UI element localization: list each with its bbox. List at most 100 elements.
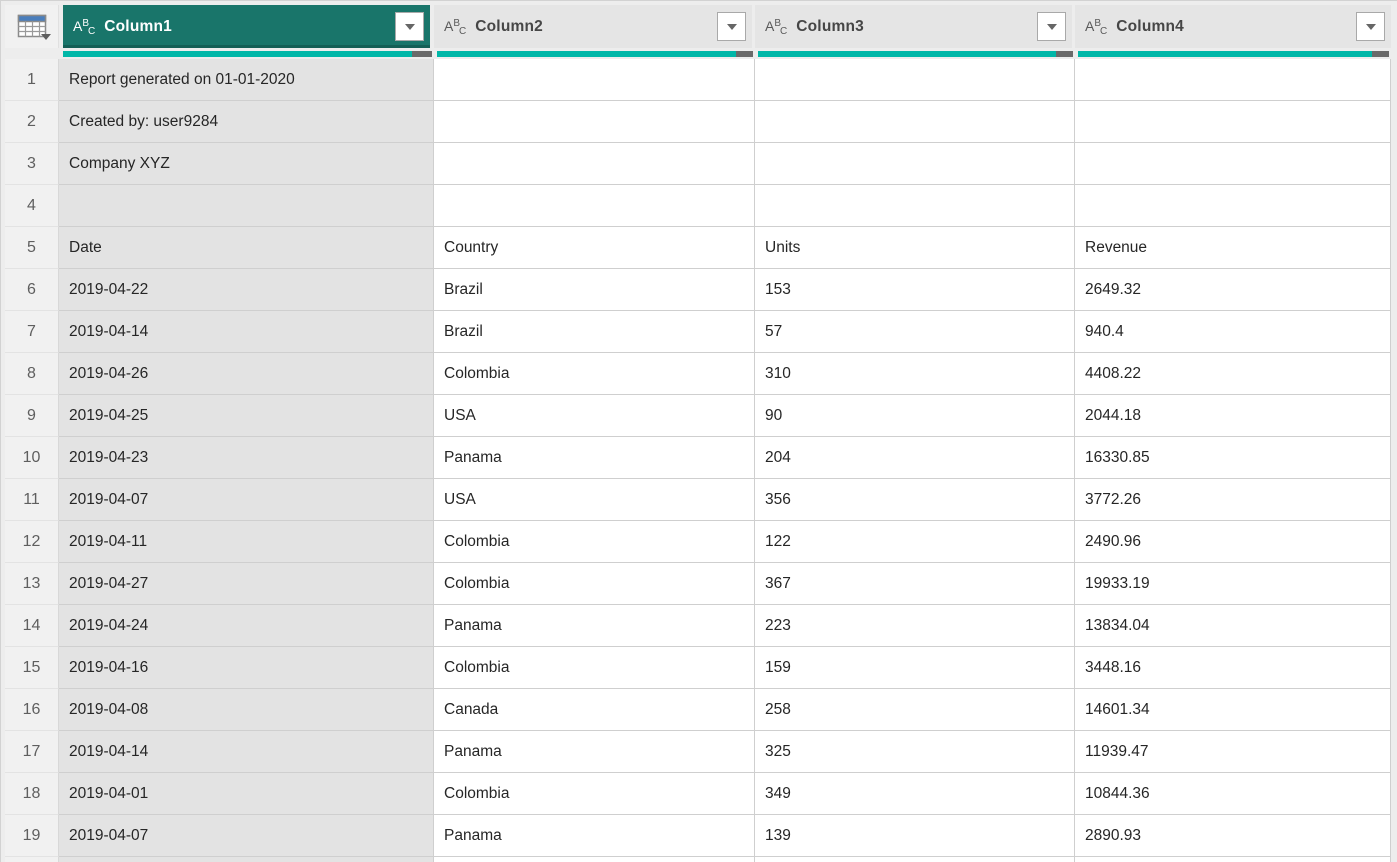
cell[interactable] [434, 185, 755, 227]
cell[interactable]: 14601.34 [1075, 689, 1391, 731]
cell[interactable] [755, 101, 1075, 143]
filter-button[interactable] [717, 12, 746, 41]
row-number[interactable]: 2 [5, 101, 59, 143]
cell[interactable]: 2019-04-07 [59, 815, 434, 857]
row-number[interactable]: 13 [5, 563, 59, 605]
filter-button[interactable] [1037, 12, 1066, 41]
cell[interactable]: 204 [755, 437, 1075, 479]
cell[interactable] [434, 59, 755, 101]
row-number[interactable]: 11 [5, 479, 59, 521]
column-header-column4[interactable]: ABC Column4 [1075, 5, 1391, 48]
cell[interactable]: 2019-04-14 [59, 731, 434, 773]
cell[interactable]: 13834.04 [1075, 605, 1391, 647]
cell[interactable]: 2490.96 [1075, 521, 1391, 563]
filter-button[interactable] [1356, 12, 1385, 41]
cell[interactable]: 2019-04-24 [59, 605, 434, 647]
cell[interactable]: 2019-04-23 [59, 437, 434, 479]
row-number[interactable]: 5 [5, 227, 59, 269]
cell[interactable] [1075, 59, 1391, 101]
cell[interactable] [755, 143, 1075, 185]
cell[interactable] [434, 101, 755, 143]
cell[interactable] [755, 857, 1075, 862]
cell[interactable] [755, 59, 1075, 101]
cell[interactable]: 57 [755, 311, 1075, 353]
cell[interactable]: Panama [434, 815, 755, 857]
row-number[interactable]: 17 [5, 731, 59, 773]
cell[interactable]: USA [434, 479, 755, 521]
row-number[interactable]: 3 [5, 143, 59, 185]
cell[interactable]: 2019-04-14 [59, 311, 434, 353]
cell[interactable]: 3448.16 [1075, 647, 1391, 689]
cell[interactable]: Panama [434, 437, 755, 479]
cell[interactable]: 2019-04-22 [59, 269, 434, 311]
cell[interactable]: Created by: user9284 [59, 101, 434, 143]
cell[interactable]: 2019-04-26 [59, 353, 434, 395]
column-header-column2[interactable]: ABC Column2 [434, 5, 752, 48]
cell[interactable]: Company XYZ [59, 143, 434, 185]
row-number[interactable] [5, 857, 59, 862]
cell[interactable]: 159 [755, 647, 1075, 689]
cell[interactable]: 3772.26 [1075, 479, 1391, 521]
cell[interactable]: 940.4 [1075, 311, 1391, 353]
row-number[interactable]: 15 [5, 647, 59, 689]
cell[interactable]: 349 [755, 773, 1075, 815]
cell[interactable]: Canada [434, 689, 755, 731]
cell[interactable]: 2019-04-27 [59, 563, 434, 605]
cell[interactable]: 153 [755, 269, 1075, 311]
cell[interactable]: 310 [755, 353, 1075, 395]
cell[interactable]: 10844.36 [1075, 773, 1391, 815]
cell[interactable]: 325 [755, 731, 1075, 773]
cell[interactable]: Brazil [434, 269, 755, 311]
cell[interactable]: Panama [434, 731, 755, 773]
cell[interactable]: 2019-04-25 [59, 395, 434, 437]
cell[interactable]: 11939.47 [1075, 731, 1391, 773]
cell[interactable]: Report generated on 01-01-2020 [59, 59, 434, 101]
cell[interactable]: Colombia [434, 353, 755, 395]
cell[interactable] [59, 857, 434, 862]
row-number[interactable]: 12 [5, 521, 59, 563]
cell[interactable]: Panama [434, 605, 755, 647]
row-number[interactable]: 8 [5, 353, 59, 395]
row-number[interactable]: 9 [5, 395, 59, 437]
cell[interactable] [1075, 857, 1391, 862]
cell[interactable]: Colombia [434, 647, 755, 689]
cell[interactable]: 2019-04-08 [59, 689, 434, 731]
cell[interactable] [1075, 185, 1391, 227]
cell[interactable]: USA [434, 395, 755, 437]
cell[interactable]: Country [434, 227, 755, 269]
cell[interactable] [59, 185, 434, 227]
cell[interactable]: 367 [755, 563, 1075, 605]
cell[interactable]: 139 [755, 815, 1075, 857]
row-number[interactable]: 18 [5, 773, 59, 815]
row-number[interactable]: 16 [5, 689, 59, 731]
column-header-column1[interactable]: ABC Column1 [63, 5, 430, 48]
cell[interactable]: 2019-04-11 [59, 521, 434, 563]
cell[interactable]: Colombia [434, 773, 755, 815]
filter-button[interactable] [395, 12, 424, 41]
cell[interactable] [1075, 101, 1391, 143]
row-number[interactable]: 6 [5, 269, 59, 311]
cell[interactable]: 122 [755, 521, 1075, 563]
row-number[interactable]: 1 [5, 59, 59, 101]
cell[interactable]: 258 [755, 689, 1075, 731]
cell[interactable]: 2019-04-16 [59, 647, 434, 689]
cell[interactable]: 2890.93 [1075, 815, 1391, 857]
row-number[interactable]: 19 [5, 815, 59, 857]
cell[interactable]: 223 [755, 605, 1075, 647]
cell[interactable]: 2044.18 [1075, 395, 1391, 437]
cell[interactable]: Colombia [434, 521, 755, 563]
cell[interactable]: 2649.32 [1075, 269, 1391, 311]
cell[interactable]: 356 [755, 479, 1075, 521]
row-number[interactable]: 4 [5, 185, 59, 227]
cell[interactable]: 16330.85 [1075, 437, 1391, 479]
cell[interactable]: 90 [755, 395, 1075, 437]
cell[interactable]: Units [755, 227, 1075, 269]
cell[interactable] [434, 857, 755, 862]
column-header-column3[interactable]: ABC Column3 [755, 5, 1072, 48]
row-number[interactable]: 14 [5, 605, 59, 647]
cell[interactable]: 2019-04-07 [59, 479, 434, 521]
cell[interactable]: 4408.22 [1075, 353, 1391, 395]
row-number[interactable]: 10 [5, 437, 59, 479]
cell[interactable] [1075, 143, 1391, 185]
row-number[interactable]: 7 [5, 311, 59, 353]
